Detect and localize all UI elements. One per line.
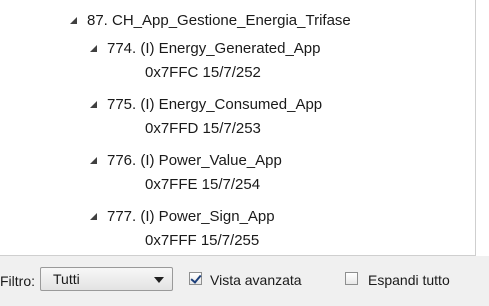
filter-toolbar: Filtro: Tutti Vista avanzata Espandi tut…	[0, 256, 489, 306]
window: 87. CH_App_Gestione_Energia_Trifase 774.…	[0, 0, 489, 306]
tree-item-label: 774. (I) Energy_Generated_App	[107, 40, 321, 57]
chevron-down-icon[interactable]	[154, 277, 164, 283]
advanced-view-label[interactable]: Vista avanzata	[210, 270, 302, 290]
advanced-view-checkbox[interactable]	[189, 272, 202, 285]
tree-subitem-row[interactable]: 0x7FFD 15/7/253	[145, 118, 261, 140]
expanded-triangle-icon[interactable]	[90, 212, 97, 220]
tree-item-row[interactable]: 775. (I) Energy_Consumed_App	[90, 94, 322, 116]
tree-item-row[interactable]: 774. (I) Energy_Generated_App	[90, 38, 320, 60]
tree-panel-border-right	[475, 0, 476, 255]
tree-view[interactable]: 87. CH_App_Gestione_Energia_Trifase 774.…	[0, 0, 475, 255]
tree-subitem-row[interactable]: 0x7FFC 15/7/252	[145, 62, 261, 84]
expand-all-checkbox[interactable]	[345, 272, 358, 285]
tree-subitem-address: 0x7FFF 15/7/255	[145, 232, 260, 249]
expanded-triangle-icon[interactable]	[90, 100, 97, 108]
expanded-triangle-icon[interactable]	[90, 44, 97, 52]
filter-label: Filtro:	[0, 273, 35, 289]
tree-subitem-row[interactable]: 0x7FFE 15/7/254	[145, 174, 260, 196]
tree-group-label: 87. CH_App_Gestione_Energia_Trifase	[87, 12, 351, 29]
tree-subitem-address: 0x7FFE 15/7/254	[145, 176, 261, 193]
tree-item-row[interactable]: 776. (I) Power_Value_App	[90, 150, 282, 172]
tree-group-row[interactable]: 87. CH_App_Gestione_Energia_Trifase	[70, 10, 351, 32]
filter-dropdown-value: Tutti	[53, 271, 80, 287]
tree-item-row[interactable]: 777. (I) Power_Sign_App	[90, 206, 275, 228]
tree-subitem-address: 0x7FFC 15/7/252	[145, 64, 261, 81]
tree-subitem-row[interactable]: 0x7FFF 15/7/255	[145, 230, 259, 252]
expanded-triangle-icon[interactable]	[90, 156, 97, 164]
tree-item-label: 775. (I) Energy_Consumed_App	[107, 96, 323, 113]
expand-all-label[interactable]: Espandi tutto	[368, 270, 450, 290]
expanded-triangle-icon[interactable]	[70, 16, 77, 24]
tree-subitem-address: 0x7FFD 15/7/253	[145, 120, 261, 137]
tree-item-label: 776. (I) Power_Value_App	[107, 152, 282, 169]
filter-dropdown[interactable]: Tutti	[40, 267, 173, 291]
tree-item-label: 777. (I) Power_Sign_App	[107, 208, 275, 225]
